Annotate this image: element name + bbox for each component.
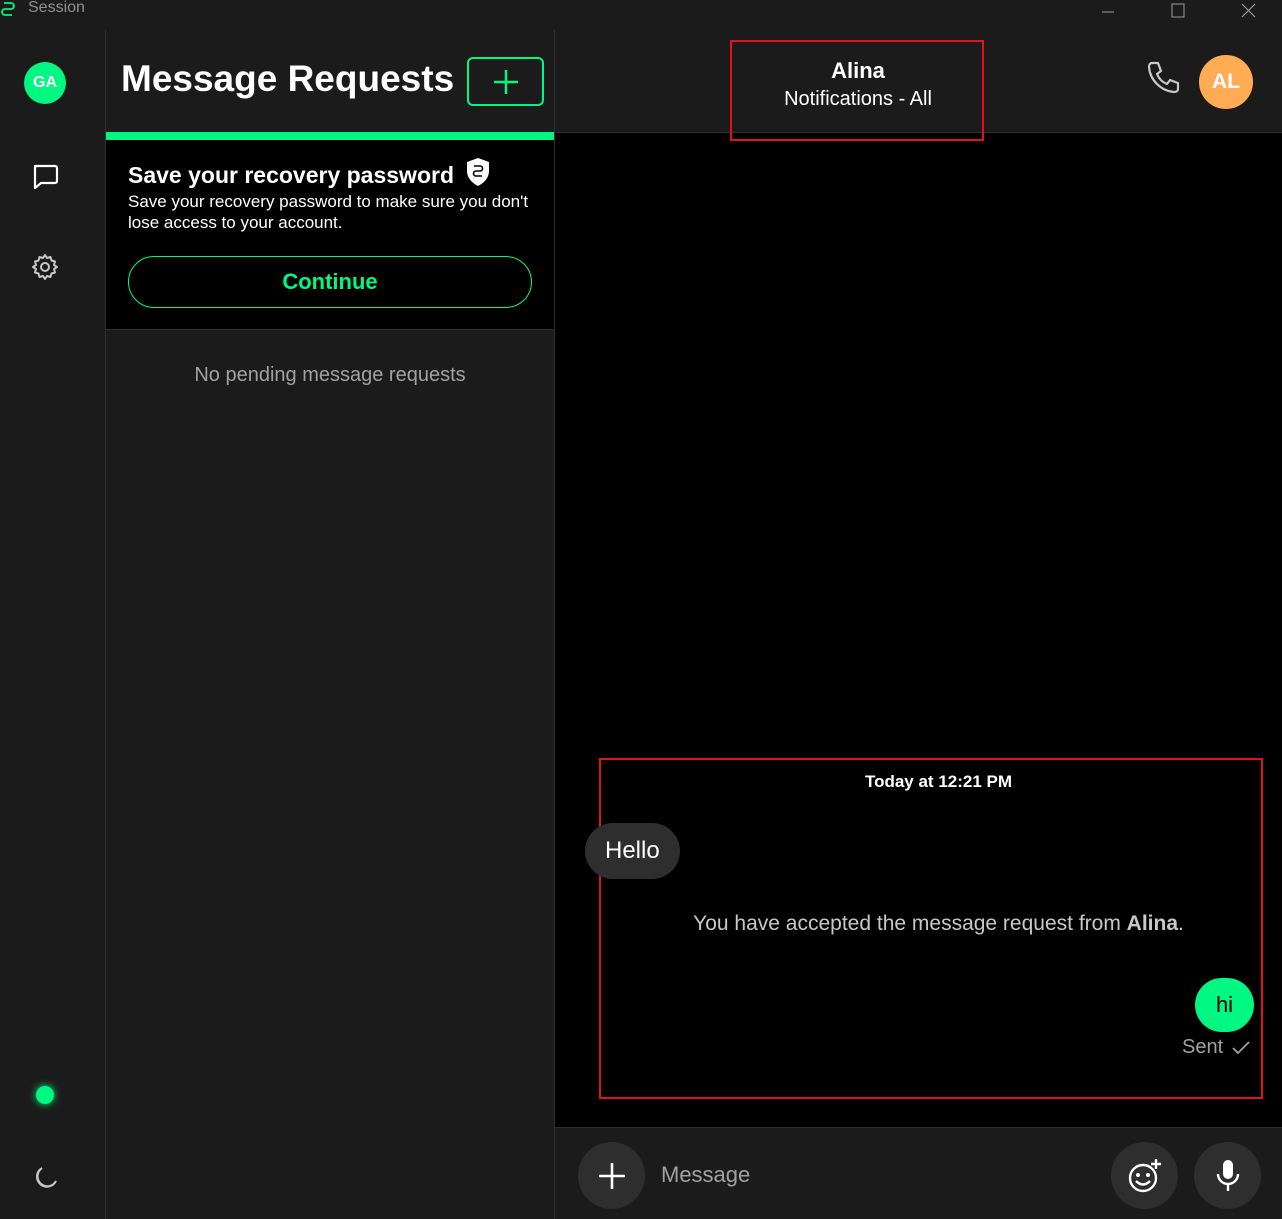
page-title: Message Requests <box>121 58 455 99</box>
user-avatar[interactable]: GA <box>24 62 66 104</box>
emoji-button[interactable] <box>1111 1142 1178 1209</box>
message-composer <box>555 1127 1282 1219</box>
incoming-message-bubble[interactable]: Hello <box>585 823 680 879</box>
minimize-icon <box>1102 11 1114 13</box>
left-rail: GA <box>0 30 106 1219</box>
recovery-password-banner: Save your recovery password Save your re… <box>106 140 554 330</box>
message-input[interactable] <box>661 1154 1101 1196</box>
session-logo-icon <box>0 0 18 18</box>
highlight-box-header <box>730 40 984 141</box>
system-message-suffix: . <box>1178 912 1184 935</box>
maximize-icon <box>1171 3 1185 18</box>
moon-theme-icon[interactable] <box>28 1162 62 1196</box>
accent-divider <box>106 132 554 140</box>
message-status: Sent <box>1182 1036 1251 1059</box>
outgoing-message-bubble[interactable]: hi <box>1195 978 1254 1032</box>
system-message: You have accepted the message request fr… <box>555 912 1282 936</box>
system-message-name: Alina <box>1126 912 1178 935</box>
contact-avatar[interactable]: AL <box>1199 55 1253 109</box>
message-requests-panel: Message Requests Save your recovery pass… <box>106 30 555 1219</box>
online-status-indicator <box>36 1086 54 1104</box>
conversation-pane: Alina Notifications - All AL Today at 12… <box>555 30 1282 1219</box>
emoji-icon <box>1128 1158 1161 1192</box>
plus-icon <box>598 1162 625 1189</box>
recovery-title: Save your recovery password <box>128 162 454 188</box>
window-title: Session <box>28 0 85 16</box>
close-window-button[interactable] <box>1225 0 1271 22</box>
close-icon <box>1241 3 1256 18</box>
empty-requests-text: No pending message requests <box>194 364 466 386</box>
maximize-button[interactable] <box>1155 0 1201 22</box>
sent-label: Sent <box>1182 1036 1224 1058</box>
microphone-button[interactable] <box>1194 1142 1261 1209</box>
settings-gear-icon[interactable] <box>28 250 62 284</box>
message-timestamp: Today at 12:21 PM <box>864 772 1013 791</box>
system-message-prefix: You have accepted the message request fr… <box>693 912 1127 935</box>
conversation-header: Alina Notifications - All AL <box>555 30 1282 141</box>
plus-icon <box>493 69 518 94</box>
shield-icon <box>465 157 491 187</box>
continue-button[interactable]: Continue <box>128 256 532 308</box>
minimize-button[interactable] <box>1085 0 1131 22</box>
title-bar: Session <box>0 0 1282 30</box>
attach-button[interactable] <box>578 1142 645 1209</box>
phone-call-icon[interactable] <box>1143 58 1183 98</box>
checkmark-icon <box>1232 1040 1250 1054</box>
messages-icon[interactable] <box>28 159 62 193</box>
new-conversation-button[interactable] <box>467 57 544 106</box>
recovery-description: Save your recovery password to make sure… <box>128 192 529 232</box>
microphone-icon <box>1216 1159 1239 1191</box>
